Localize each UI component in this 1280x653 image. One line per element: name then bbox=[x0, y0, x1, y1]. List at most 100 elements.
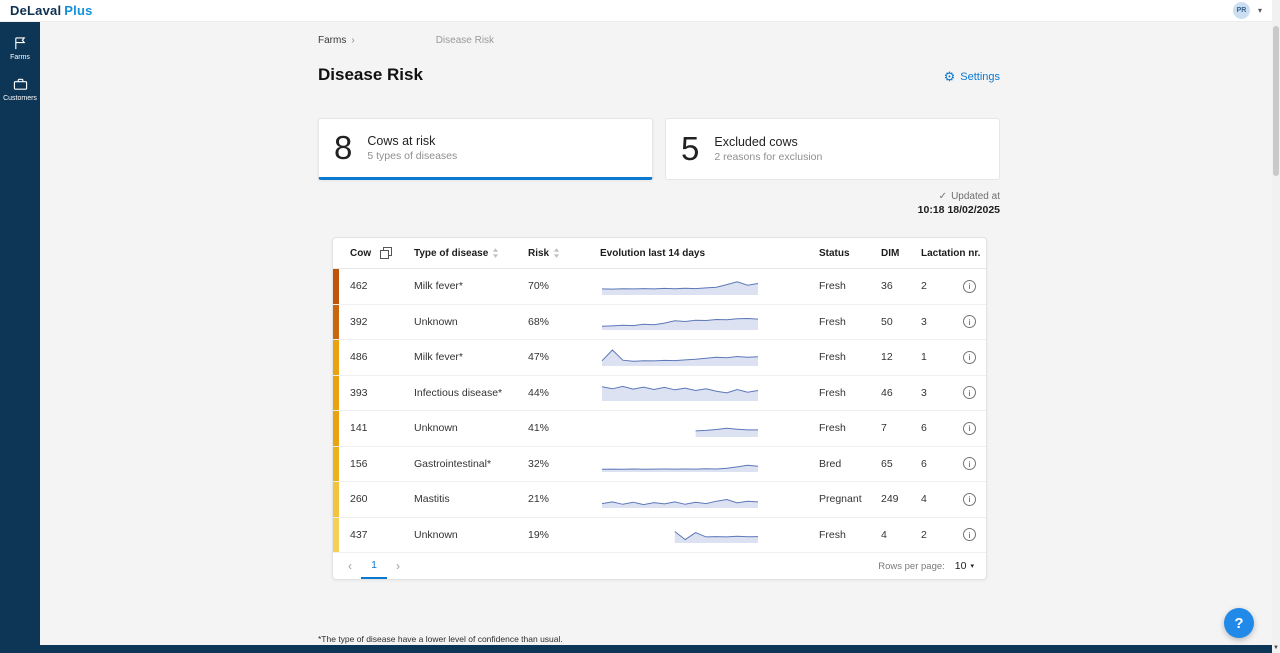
main-content: Farms › Disease Risk Disease Risk ⚙ Sett… bbox=[40, 22, 1272, 645]
evolution-sparkline bbox=[592, 415, 819, 442]
table-body: 462 Milk fever* 70% Fresh 36 2 i 392 Unk… bbox=[333, 269, 986, 553]
help-button[interactable]: ? bbox=[1224, 608, 1254, 638]
disease-type: Gastrointestinal* bbox=[414, 458, 528, 470]
lactation-number: 3 bbox=[921, 387, 963, 399]
cow-status: Fresh bbox=[819, 529, 881, 541]
evolution-sparkline bbox=[592, 450, 819, 477]
rows-per-page-value: 10 bbox=[955, 560, 967, 572]
col-header-cow: Cow bbox=[350, 248, 371, 259]
evolution-sparkline bbox=[592, 379, 819, 406]
dim-value: 4 bbox=[881, 529, 921, 541]
next-page-button[interactable]: › bbox=[387, 559, 409, 573]
evolution-sparkline bbox=[592, 273, 819, 300]
breadcrumb-current: Disease Risk bbox=[436, 35, 494, 46]
table-row[interactable]: 156 Gastrointestinal* 32% Bred 65 6 i bbox=[333, 447, 986, 483]
table-row[interactable]: 392 Unknown 68% Fresh 50 3 i bbox=[333, 305, 986, 341]
cow-id: 260 bbox=[339, 493, 414, 505]
card-cows-at-risk[interactable]: 8 Cows at risk 5 types of diseases bbox=[318, 118, 653, 180]
rows-per-page-label: Rows per page: bbox=[878, 561, 945, 572]
page-number[interactable]: 1 bbox=[361, 553, 387, 579]
card-title: Excluded cows bbox=[714, 135, 822, 149]
table-row[interactable]: 437 Unknown 19% Fresh 4 2 i bbox=[333, 518, 986, 554]
table-row[interactable]: 260 Mastitis 21% Pregnant 249 4 i bbox=[333, 482, 986, 518]
disease-type: Infectious disease* bbox=[414, 387, 528, 399]
cow-status: Fresh bbox=[819, 351, 881, 363]
scroll-down-arrow[interactable]: ▼ bbox=[1272, 643, 1280, 653]
info-icon[interactable]: i bbox=[963, 280, 976, 293]
disease-type: Unknown bbox=[414, 422, 528, 434]
gear-icon: ⚙ bbox=[944, 70, 956, 83]
sparkline-chart bbox=[600, 415, 760, 439]
info-icon[interactable]: i bbox=[963, 457, 976, 470]
cows-at-risk-count: 8 bbox=[334, 129, 352, 167]
confidence-footnote: *The type of disease have a lower level … bbox=[318, 634, 563, 644]
sidebar-item-customers[interactable]: Customers bbox=[0, 77, 40, 102]
info-icon[interactable]: i bbox=[963, 528, 976, 541]
info-icon[interactable]: i bbox=[963, 315, 976, 328]
card-title: Cows at risk bbox=[367, 134, 457, 148]
risk-percent: 44% bbox=[528, 387, 592, 399]
info-icon[interactable]: i bbox=[963, 493, 976, 506]
evolution-sparkline bbox=[592, 308, 819, 335]
logo-text-plus: Plus bbox=[64, 3, 92, 18]
cow-status: Bred bbox=[819, 458, 881, 470]
disease-type: Milk fever* bbox=[414, 351, 528, 363]
sidebar-item-farms[interactable]: Farms bbox=[0, 36, 40, 61]
cow-status: Fresh bbox=[819, 316, 881, 328]
chevron-down-icon[interactable]: ▾ bbox=[1258, 6, 1262, 15]
excluded-cows-count: 5 bbox=[681, 130, 699, 168]
breadcrumb: Farms › Disease Risk bbox=[318, 35, 494, 46]
card-subtitle: 2 reasons for exclusion bbox=[714, 151, 822, 163]
check-icon: ✓ bbox=[939, 191, 947, 202]
pagination: ‹ 1 › Rows per page: 10 ▾ bbox=[333, 553, 986, 579]
topbar: DeLavalPlus PR ▾ bbox=[0, 0, 1272, 22]
sparkline-chart bbox=[600, 450, 760, 474]
dim-value: 249 bbox=[881, 493, 921, 505]
sparkline-chart bbox=[600, 379, 760, 403]
updated-timestamp: 10:18 18/02/2025 bbox=[918, 204, 1000, 216]
breadcrumb-farms[interactable]: Farms bbox=[318, 35, 346, 46]
cow-id: 437 bbox=[339, 529, 414, 541]
risk-percent: 32% bbox=[528, 458, 592, 470]
cow-status: Fresh bbox=[819, 387, 881, 399]
table-row[interactable]: 141 Unknown 41% Fresh 7 6 i bbox=[333, 411, 986, 447]
sort-icon[interactable] bbox=[553, 248, 560, 258]
col-header-lactation: Lactation nr. bbox=[921, 248, 980, 259]
page-scrollbar: ▼ bbox=[1272, 0, 1280, 653]
col-header-risk[interactable]: Risk bbox=[528, 248, 549, 259]
sort-icon[interactable] bbox=[492, 248, 499, 258]
updated-label: Updated at bbox=[951, 191, 1000, 202]
col-header-disease[interactable]: Type of disease bbox=[414, 248, 488, 259]
cow-id: 393 bbox=[339, 387, 414, 399]
lactation-number: 2 bbox=[921, 280, 963, 292]
copy-icon[interactable] bbox=[380, 247, 392, 259]
card-excluded-cows[interactable]: 5 Excluded cows 2 reasons for exclusion bbox=[665, 118, 1000, 180]
info-icon[interactable]: i bbox=[963, 351, 976, 364]
info-icon[interactable]: i bbox=[963, 422, 976, 435]
sidebar-item-label: Farms bbox=[10, 54, 30, 61]
evolution-sparkline bbox=[592, 521, 819, 548]
dim-value: 7 bbox=[881, 422, 921, 434]
table-row[interactable]: 486 Milk fever* 47% Fresh 12 1 i bbox=[333, 340, 986, 376]
table-row[interactable]: 393 Infectious disease* 44% Fresh 46 3 i bbox=[333, 376, 986, 412]
prev-page-button[interactable]: ‹ bbox=[339, 559, 361, 573]
rows-per-page-select[interactable]: 10 ▾ bbox=[955, 560, 974, 572]
settings-button[interactable]: ⚙ Settings bbox=[944, 70, 1000, 83]
lactation-number: 2 bbox=[921, 529, 963, 541]
disease-type: Milk fever* bbox=[414, 280, 528, 292]
avatar[interactable]: PR bbox=[1233, 2, 1250, 19]
cow-status: Fresh bbox=[819, 422, 881, 434]
col-header-status: Status bbox=[819, 248, 850, 259]
dim-value: 65 bbox=[881, 458, 921, 470]
scrollbar-thumb[interactable] bbox=[1273, 26, 1279, 176]
chevron-right-icon: › bbox=[351, 35, 354, 46]
sparkline-chart bbox=[600, 308, 760, 332]
cow-id: 462 bbox=[339, 280, 414, 292]
delaval-plus-logo: DeLavalPlus bbox=[10, 3, 93, 18]
dim-value: 46 bbox=[881, 387, 921, 399]
settings-label: Settings bbox=[960, 71, 1000, 83]
table-row[interactable]: 462 Milk fever* 70% Fresh 36 2 i bbox=[333, 269, 986, 305]
disease-type: Unknown bbox=[414, 316, 528, 328]
sparkline-chart bbox=[600, 344, 760, 368]
info-icon[interactable]: i bbox=[963, 386, 976, 399]
